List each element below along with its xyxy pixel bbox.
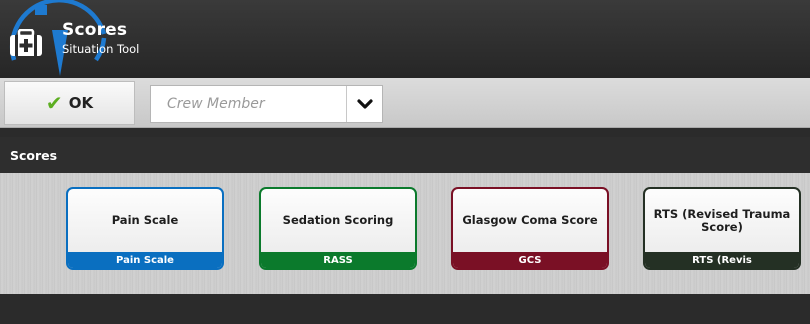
card-title: Pain Scale — [111, 213, 179, 227]
medical-kit-icon — [10, 29, 42, 56]
card-footer: RTS (Revis — [645, 252, 799, 268]
crew-member-select[interactable]: Crew Member — [150, 85, 383, 123]
crew-member-placeholder: Crew Member — [167, 96, 265, 112]
sedation-scoring-card[interactable]: Sedation Scoring RASS — [259, 187, 417, 270]
glasgow-coma-score-card[interactable]: Glasgow Coma Score GCS — [451, 187, 609, 270]
card-footer: GCS — [453, 252, 607, 268]
card-footer: RASS — [261, 252, 415, 268]
app-header: Scores Situation Tool — [0, 0, 810, 78]
rts-card[interactable]: RTS (Revised Trauma Score) RTS (Revis — [643, 187, 801, 270]
app-title: Scores — [62, 20, 128, 40]
bottom-bar — [0, 294, 810, 324]
ok-label: OK — [68, 94, 94, 112]
ok-button[interactable]: ✔ OK — [4, 81, 135, 125]
pain-scale-card[interactable]: Pain Scale Pain Scale — [66, 187, 224, 270]
toolbar: ✔ OK Crew Member — [0, 78, 810, 128]
section-header: Scores — [0, 137, 810, 173]
app-subtitle: Situation Tool — [62, 42, 140, 56]
section-title: Scores — [10, 148, 58, 163]
card-footer: Pain Scale — [68, 252, 222, 268]
checkmark-icon: ✔ — [45, 91, 63, 115]
card-title: Sedation Scoring — [282, 213, 394, 227]
score-cards-area: Pain Scale Pain Scale Sedation Scoring R… — [0, 173, 810, 294]
chevron-down-icon — [356, 99, 373, 109]
card-title: Glasgow Coma Score — [462, 213, 598, 227]
card-title: RTS (Revised Trauma Score) — [653, 206, 791, 234]
crew-dropdown-toggle[interactable] — [346, 86, 382, 122]
